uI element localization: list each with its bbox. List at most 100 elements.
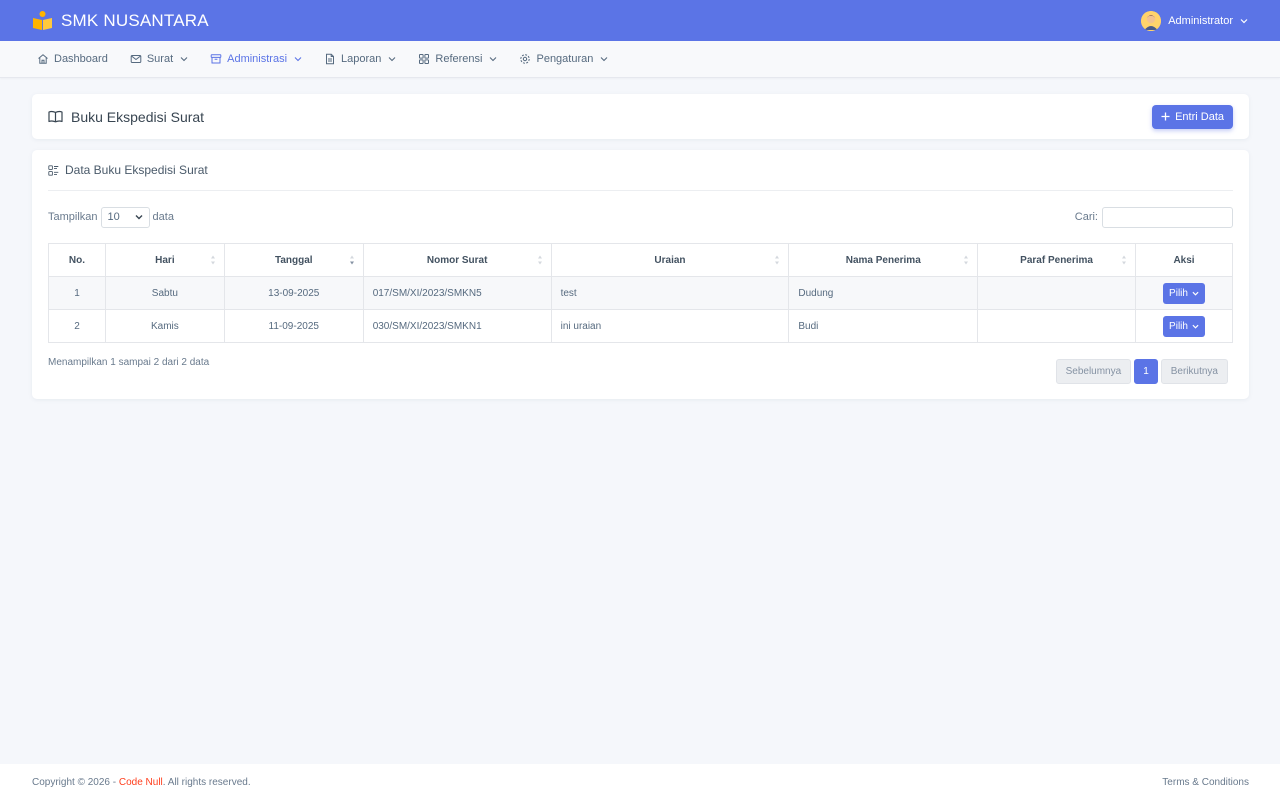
sort-icon <box>964 255 969 265</box>
data-card-title-text: Data Buku Ekspedisi Surat <box>65 163 208 177</box>
page-header-card: Buku Ekspedisi Surat Entri Data <box>32 94 1249 139</box>
page-footer: Copyright © 2026 - Code Null. All rights… <box>0 764 1280 800</box>
copyright: Copyright © 2026 - Code Null. All rights… <box>32 777 251 788</box>
chevron-down-icon <box>1240 18 1248 23</box>
book-open-icon <box>48 110 63 123</box>
column-header-tanggal[interactable]: Tanggal <box>223 243 364 277</box>
brand-name: SMK NUSANTARA <box>61 10 209 30</box>
cell-hari: Sabtu <box>104 276 225 310</box>
nav-label: Referensi <box>435 53 483 65</box>
column-header-paraf-penerima[interactable]: Paraf Penerima <box>977 243 1137 277</box>
cell-paraf-penerima <box>977 276 1137 310</box>
page-title: Buku Ekspedisi Surat <box>48 109 204 125</box>
chevron-down-icon <box>1192 324 1199 329</box>
cell-paraf-penerima <box>977 309 1137 343</box>
avatar <box>1141 10 1162 31</box>
footer-brand-link[interactable]: Code Null <box>119 777 163 788</box>
user-name: Administrator <box>1168 14 1233 27</box>
nav-label: Dashboard <box>54 53 108 65</box>
page-length-value: 10 <box>107 211 120 223</box>
pilih-label: Pilih <box>1169 320 1188 332</box>
column-header-uraian[interactable]: Uraian <box>550 243 790 277</box>
table-controls: Tampilkan 10 data Cari: <box>48 191 1233 243</box>
chevron-down-icon <box>294 57 302 62</box>
cell-tanggal: 13-09-2025 <box>223 276 364 310</box>
column-header-nomor-surat[interactable]: Nomor Surat <box>362 243 552 277</box>
document-icon <box>326 53 335 65</box>
sort-icon <box>1122 255 1127 265</box>
nav-item-referensi[interactable]: Referensi <box>418 53 497 65</box>
home-icon <box>38 54 48 64</box>
data-card-title: Data Buku Ekspedisi Surat <box>48 150 1233 191</box>
column-header-hari[interactable]: Hari <box>104 243 225 277</box>
plus-icon <box>1161 112 1170 121</box>
pagination: Sebelumnya 1 Berikutnya <box>1055 359 1228 384</box>
table-header-row: No. Hari Tanggal Nomor Surat Uraian Nama… <box>48 243 1233 277</box>
column-header-no[interactable]: No. <box>48 243 106 277</box>
table-info: Menampilkan 1 sampai 2 dari 2 data <box>48 357 210 368</box>
pilih-dropdown-button[interactable]: Pilih <box>1163 282 1205 304</box>
table-row: 1 Sabtu 13-09-2025 017/SM/XI/2023/SMKN5 … <box>48 276 1233 310</box>
nav-label: Laporan <box>341 53 382 65</box>
sort-icon <box>537 255 542 265</box>
terms-link[interactable]: Terms & Conditions <box>1162 777 1249 788</box>
search-input[interactable] <box>1102 206 1233 228</box>
nav-item-surat[interactable]: Surat <box>130 53 188 65</box>
cell-aksi: Pilih <box>1135 276 1233 310</box>
pagination-next[interactable]: Berikutnya <box>1160 359 1228 384</box>
cell-nama-penerima: Budi <box>788 309 979 343</box>
entri-data-button[interactable]: Entri Data <box>1152 104 1233 129</box>
copyright-prefix: Copyright © 2026 - <box>32 776 119 788</box>
top-bar: SMK NUSANTARA Administrator <box>0 0 1280 41</box>
entri-data-label: Entri Data <box>1175 110 1224 123</box>
gear-icon <box>520 54 531 64</box>
sort-icon <box>210 255 215 265</box>
main-nav: Dashboard Surat Administrasi Laporan Ref… <box>0 41 1280 78</box>
data-card: Data Buku Ekspedisi Surat Tampilkan 10 d… <box>32 150 1249 399</box>
chevron-down-icon <box>389 57 396 62</box>
cell-nomor-surat: 017/SM/XI/2023/SMKN5 <box>362 276 552 310</box>
cell-no: 1 <box>48 276 106 310</box>
pagination-page-current[interactable]: 1 <box>1134 359 1158 384</box>
sort-desc-icon <box>349 255 354 265</box>
cell-hari: Kamis <box>104 309 225 343</box>
nav-item-administrasi[interactable]: Administrasi <box>210 53 302 65</box>
table-row: 2 Kamis 11-09-2025 030/SM/XI/2023/SMKN1 … <box>48 309 1233 343</box>
copyright-suffix: . All rights reserved. <box>162 776 251 788</box>
nav-label: Surat <box>146 53 174 65</box>
cell-no: 2 <box>48 309 106 343</box>
chevron-down-icon <box>600 57 608 62</box>
chevron-down-icon <box>490 57 497 62</box>
cell-uraian: test <box>550 276 790 310</box>
cell-uraian: ini uraian <box>550 309 790 343</box>
chevron-down-icon <box>135 215 143 220</box>
show-prefix: Tampilkan <box>48 211 98 223</box>
column-header-aksi: Aksi <box>1135 243 1233 277</box>
grid-icon <box>419 54 430 64</box>
mail-icon <box>130 55 142 63</box>
school-logo-icon <box>33 11 52 30</box>
page-length-control: Tampilkan 10 data <box>48 206 174 228</box>
show-suffix: data <box>152 211 174 223</box>
brand[interactable]: SMK NUSANTARA <box>32 10 209 31</box>
nav-item-laporan[interactable]: Laporan <box>324 53 396 65</box>
user-menu[interactable]: Administrator <box>1141 10 1248 31</box>
cell-aksi: Pilih <box>1135 309 1233 343</box>
pagination-previous[interactable]: Sebelumnya <box>1055 359 1132 384</box>
page-length-select[interactable]: 10 <box>100 206 150 228</box>
column-header-nama-penerima[interactable]: Nama Penerima <box>788 243 979 277</box>
pilih-label: Pilih <box>1169 287 1188 299</box>
sort-icon <box>775 255 780 265</box>
page-title-text: Buku Ekspedisi Surat <box>71 108 205 125</box>
archive-icon <box>210 54 222 64</box>
search-label: Cari: <box>1074 211 1098 223</box>
nav-item-dashboard[interactable]: Dashboard <box>37 53 108 65</box>
data-table: No. Hari Tanggal Nomor Surat Uraian Nama… <box>48 243 1233 343</box>
nav-label: Administrasi <box>227 53 288 65</box>
search-control: Cari: <box>1074 206 1233 228</box>
pilih-dropdown-button[interactable]: Pilih <box>1163 315 1205 337</box>
list-details-icon <box>48 164 59 176</box>
chevron-down-icon <box>180 57 188 62</box>
chevron-down-icon <box>1192 291 1199 296</box>
nav-item-pengaturan[interactable]: Pengaturan <box>519 53 608 65</box>
